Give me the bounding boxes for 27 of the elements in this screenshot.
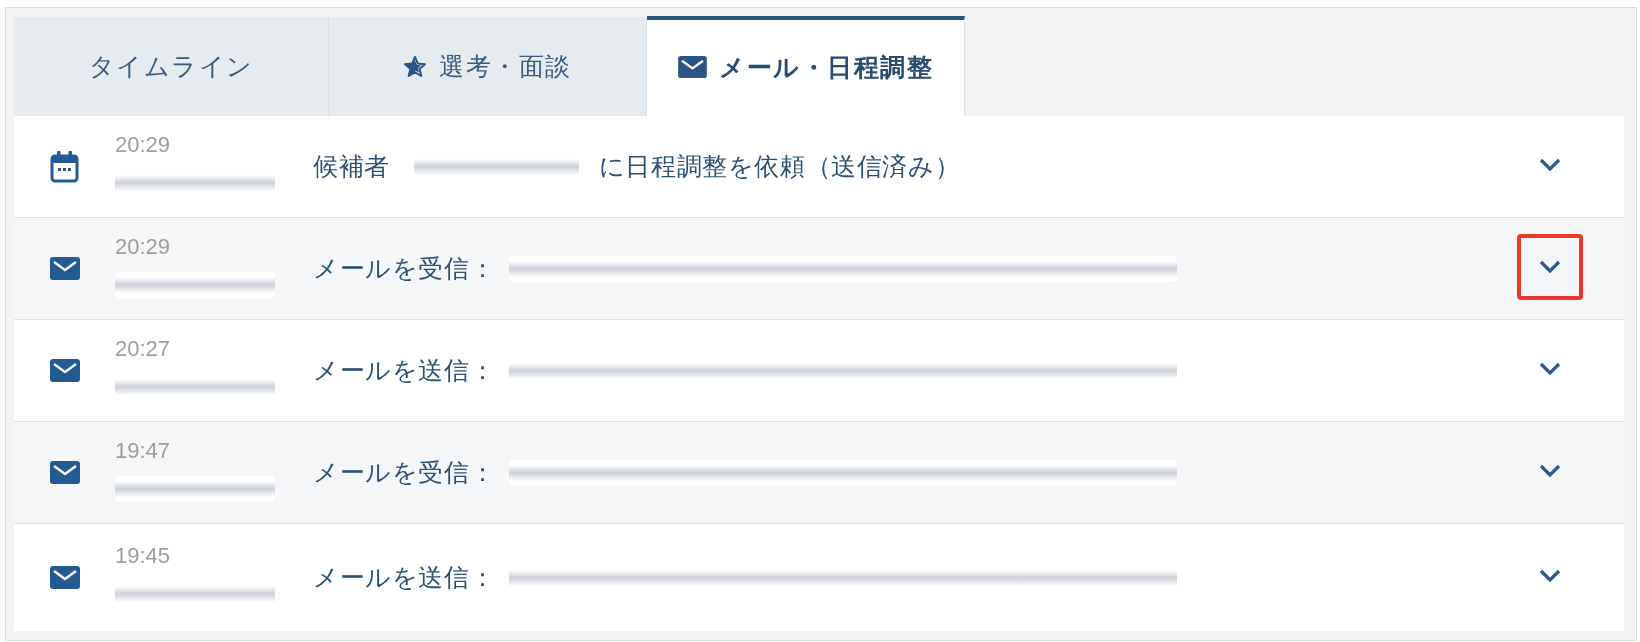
- envelope-icon: [678, 56, 707, 78]
- event-text: に日程調整を依頼（送信済み）: [598, 151, 961, 182]
- envelope-icon: [50, 257, 80, 280]
- tab[interactable]: 選考・面談: [329, 17, 647, 116]
- chevron-down-icon: [1539, 464, 1561, 477]
- event-time: 19:47: [115, 437, 171, 464]
- chevron-down-icon: [1539, 362, 1561, 375]
- event-text: メールを送信：: [313, 562, 496, 593]
- chevron-down-icon: [1539, 569, 1561, 582]
- tab[interactable]: タイムライン: [14, 17, 329, 116]
- event-time: 19:45: [115, 542, 171, 569]
- event-time: 20:29: [115, 233, 171, 260]
- envelope-icon: [50, 461, 80, 484]
- event-text: メールを送信：: [313, 355, 496, 386]
- envelope-icon: [50, 566, 80, 589]
- tab[interactable]: メール・日程調整: [647, 16, 965, 116]
- star-icon: [403, 54, 428, 79]
- event-text: 候補者: [313, 151, 390, 182]
- calendar-icon: [50, 150, 79, 183]
- expand-button[interactable]: [1517, 233, 1583, 300]
- envelope-icon: [50, 359, 80, 382]
- event-time: 20:29: [115, 131, 171, 158]
- chevron-down-icon: [1539, 260, 1561, 273]
- chevron-down-icon: [1539, 158, 1561, 171]
- event-text: メールを受信：: [313, 457, 496, 488]
- event-text: メールを受信：: [313, 253, 496, 284]
- event-time: 20:27: [115, 335, 171, 362]
